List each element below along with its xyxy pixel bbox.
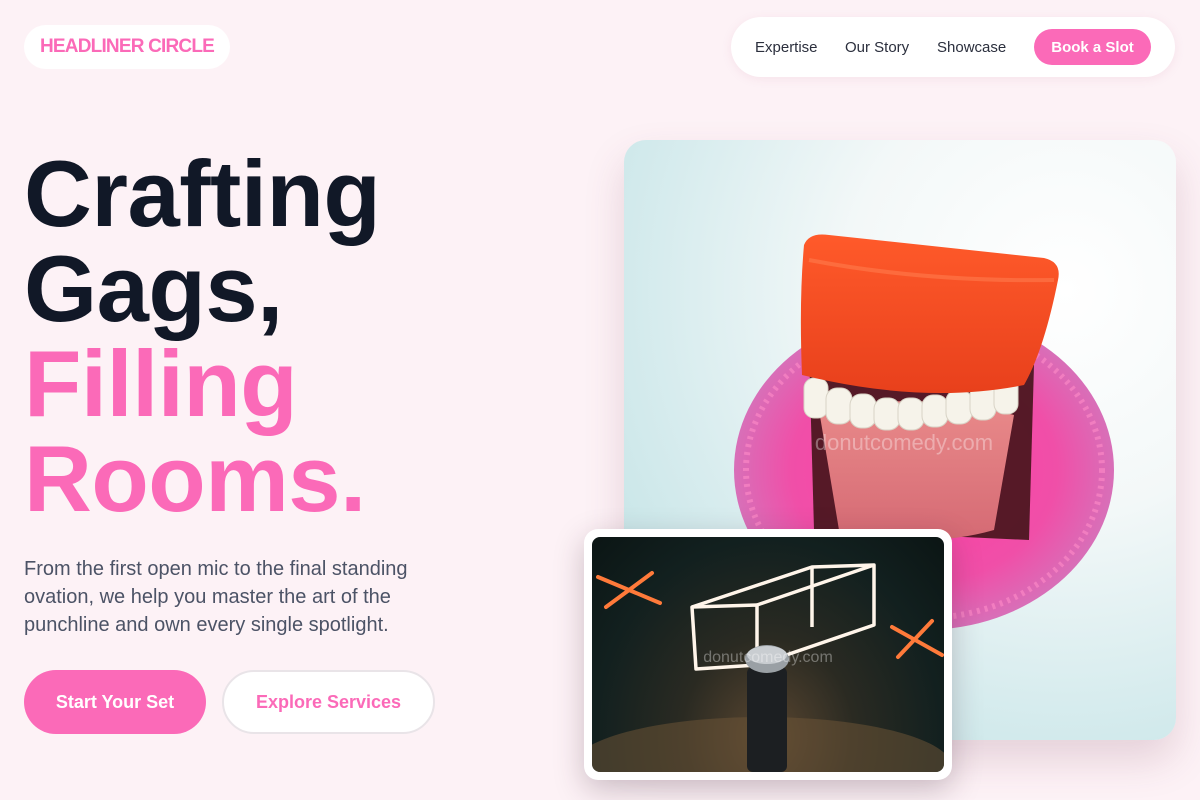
red-gum-lid bbox=[800, 234, 1059, 393]
nav-link-expertise[interactable]: Expertise bbox=[755, 17, 818, 77]
neon-x-left bbox=[596, 571, 662, 609]
card-watermark: donutcomedy.com bbox=[703, 649, 833, 666]
brand-logo[interactable]: HEADLINER CIRCLE bbox=[24, 25, 231, 69]
explore-services-button[interactable]: Explore Services bbox=[222, 670, 435, 734]
headline-line-4: Rooms. bbox=[24, 426, 366, 531]
stage-microphone-image: donutcomedy.com bbox=[592, 537, 944, 772]
neon-x-right bbox=[890, 619, 944, 659]
book-slot-button[interactable]: Book a Slot bbox=[1034, 29, 1151, 65]
stage-photo-card: donutcomedy.com bbox=[584, 529, 952, 780]
headline-line-1: Crafting bbox=[24, 141, 381, 246]
nav-link-showcase[interactable]: Showcase bbox=[937, 17, 1006, 77]
hero-headline: Crafting Gags, Filling Rooms. bbox=[24, 141, 381, 531]
image-watermark: donutcomedy.com bbox=[815, 430, 993, 455]
hero-lead-text: From the first open mic to the final sta… bbox=[24, 558, 408, 636]
headline-line-2: Gags, bbox=[24, 236, 283, 341]
nav-link-our-story[interactable]: Our Story bbox=[845, 17, 909, 77]
headline-line-3: Filling bbox=[24, 331, 298, 436]
top-nav: Expertise Our Story Showcase Book a Slot bbox=[731, 17, 1175, 77]
start-your-set-button[interactable]: Start Your Set bbox=[24, 670, 206, 734]
